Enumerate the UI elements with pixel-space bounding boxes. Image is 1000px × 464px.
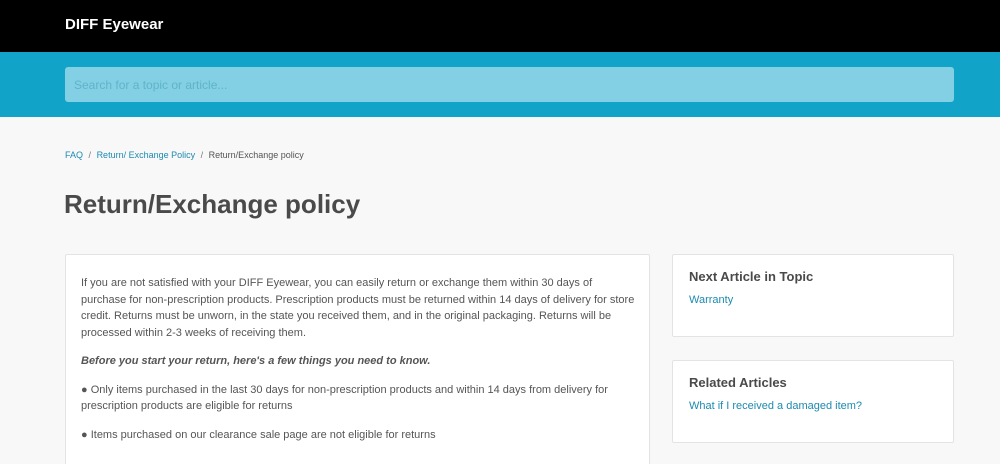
main-content: FAQ / Return/ Exchange Policy / Return/E…: [0, 117, 1000, 464]
next-article-heading: Next Article in Topic: [689, 269, 814, 284]
article-body: If you are not satisfied with your DIFF …: [65, 254, 650, 464]
next-article-card: Next Article in Topic Warranty: [672, 254, 954, 337]
article-intro: If you are not satisfied with your DIFF …: [81, 277, 635, 339]
article-bullet: ● Items purchased on our clearance sale …: [81, 428, 436, 441]
article-bullet: ● Only items purchased in the last 30 da…: [81, 383, 608, 413]
search-band: [0, 52, 1000, 117]
breadcrumb-return-exchange-policy[interactable]: Return/ Exchange Policy: [97, 150, 196, 160]
breadcrumb-current: Return/Exchange policy: [208, 150, 304, 160]
related-articles-card: Related Articles What if I received a da…: [672, 360, 954, 443]
breadcrumb-faq[interactable]: FAQ: [65, 150, 83, 160]
breadcrumb: FAQ / Return/ Exchange Policy / Return/E…: [65, 150, 304, 160]
article-emphasis: Before you start your return, here's a f…: [81, 355, 431, 367]
related-articles-heading: Related Articles: [689, 375, 787, 390]
top-bar: DIFF Eyewear: [0, 0, 1000, 52]
search-input[interactable]: [65, 67, 954, 102]
brand-logo-link[interactable]: DIFF Eyewear: [65, 16, 163, 33]
next-article-link[interactable]: Warranty: [689, 294, 937, 306]
related-article-link[interactable]: What if I received a damaged item?: [689, 400, 937, 412]
breadcrumb-separator: /: [200, 150, 204, 160]
breadcrumb-separator: /: [88, 150, 92, 160]
page-title: Return/Exchange policy: [64, 189, 361, 219]
